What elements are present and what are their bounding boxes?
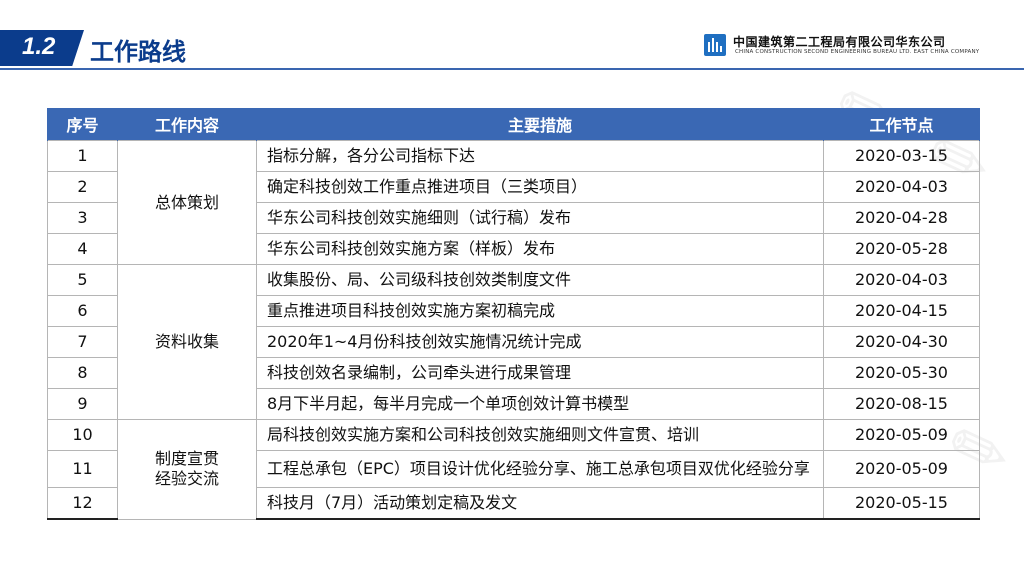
row-date: 2020-04-03 — [823, 171, 980, 203]
company-logo-icon — [704, 34, 726, 56]
category-cell: 资料收集 — [117, 264, 257, 420]
category-cell: 总体策划 — [117, 140, 257, 265]
row-date: 2020-08-15 — [823, 388, 980, 420]
row-date: 2020-05-30 — [823, 357, 980, 389]
row-no: 9 — [47, 388, 118, 420]
row-measure: 局科技创效实施方案和公司科技创效实施细则文件宣贯、培训 — [256, 419, 824, 451]
row-date: 2020-05-28 — [823, 233, 980, 265]
row-date: 2020-04-30 — [823, 326, 980, 358]
category-label: 资料收集 — [154, 332, 219, 351]
row-measure: 华东公司科技创效实施细则（试行稿）发布 — [256, 202, 824, 234]
section-title: 工作路线 — [90, 38, 186, 66]
category-cell: 制度宣贯 经验交流 — [117, 419, 257, 520]
table-row: 1 总体策划 指标分解，各分公司指标下达 2020-03-15 — [47, 140, 980, 265]
row-date: 2020-04-03 — [823, 264, 980, 296]
row-date: 2020-03-15 — [823, 140, 980, 172]
row-measure: 指标分解，各分公司指标下达 — [256, 140, 824, 172]
table-header-row: 序号 工作内容 主要措施 工作节点 — [47, 108, 980, 141]
row-date: 2020-04-15 — [823, 295, 980, 327]
company-name-en: CHINA CONSTRUCTION SECOND ENGINEERING BU… — [735, 49, 980, 55]
row-no: 10 — [47, 419, 118, 451]
header-divider — [0, 68, 1024, 70]
row-measure: 确定科技创效工作重点推进项目（三类项目） — [256, 171, 824, 203]
row-date: 2020-05-09 — [823, 419, 980, 451]
company-name-cn: 中国建筑第二工程局有限公司华东公司 — [733, 35, 946, 49]
work-route-table: 序号 工作内容 主要措施 工作节点 1 总体策划 指标分解，各分公司指标下达 2… — [47, 108, 980, 520]
header-no: 序号 — [47, 108, 118, 141]
section-number: 1.2 — [22, 33, 56, 60]
row-measure: 8月下半月起，每半月完成一个单项创效计算书模型 — [256, 388, 824, 420]
row-no: 11 — [47, 450, 118, 488]
row-measure: 工程总承包（EPC）项目设计优化经验分享、施工总承包项目双优化经验分享 — [256, 450, 824, 488]
row-measure: 科技月（7月）活动策划定稿及发文 — [256, 487, 824, 520]
row-date: 2020-05-15 — [823, 487, 980, 520]
table-row: 5 资料收集 收集股份、局、公司级科技创效类制度文件 2020-04-03 — [47, 264, 980, 420]
table-row: 10 制度宣贯 经验交流 局科技创效实施方案和公司科技创效实施细则文件宣贯、培训… — [47, 419, 980, 520]
header-work-content: 工作内容 — [117, 108, 257, 141]
header-main-measures: 主要措施 — [256, 108, 824, 141]
category-label: 经验交流 — [154, 469, 219, 489]
row-measure: 收集股份、局、公司级科技创效类制度文件 — [256, 264, 824, 296]
row-date: 2020-04-28 — [823, 202, 980, 234]
row-no: 3 — [47, 202, 118, 234]
row-no: 6 — [47, 295, 118, 327]
row-no: 8 — [47, 357, 118, 389]
category-label: 总体策划 — [154, 192, 219, 212]
row-measure: 科技创效名录编制，公司牵头进行成果管理 — [256, 357, 824, 389]
row-no: 4 — [47, 233, 118, 265]
row-date: 2020-05-09 — [823, 450, 980, 488]
category-label: 制度宣贯 — [154, 449, 219, 469]
row-no: 1 — [47, 140, 118, 172]
row-no: 5 — [47, 264, 118, 296]
header-work-node: 工作节点 — [823, 108, 980, 141]
row-measure: 华东公司科技创效实施方案（样板）发布 — [256, 233, 824, 265]
row-measure: 重点推进项目科技创效实施方案初稿完成 — [256, 295, 824, 327]
row-no: 2 — [47, 171, 118, 203]
row-no: 7 — [47, 326, 118, 358]
row-measure: 2020年1~4月份科技创效实施情况统计完成 — [256, 326, 824, 358]
row-no: 12 — [47, 487, 118, 520]
